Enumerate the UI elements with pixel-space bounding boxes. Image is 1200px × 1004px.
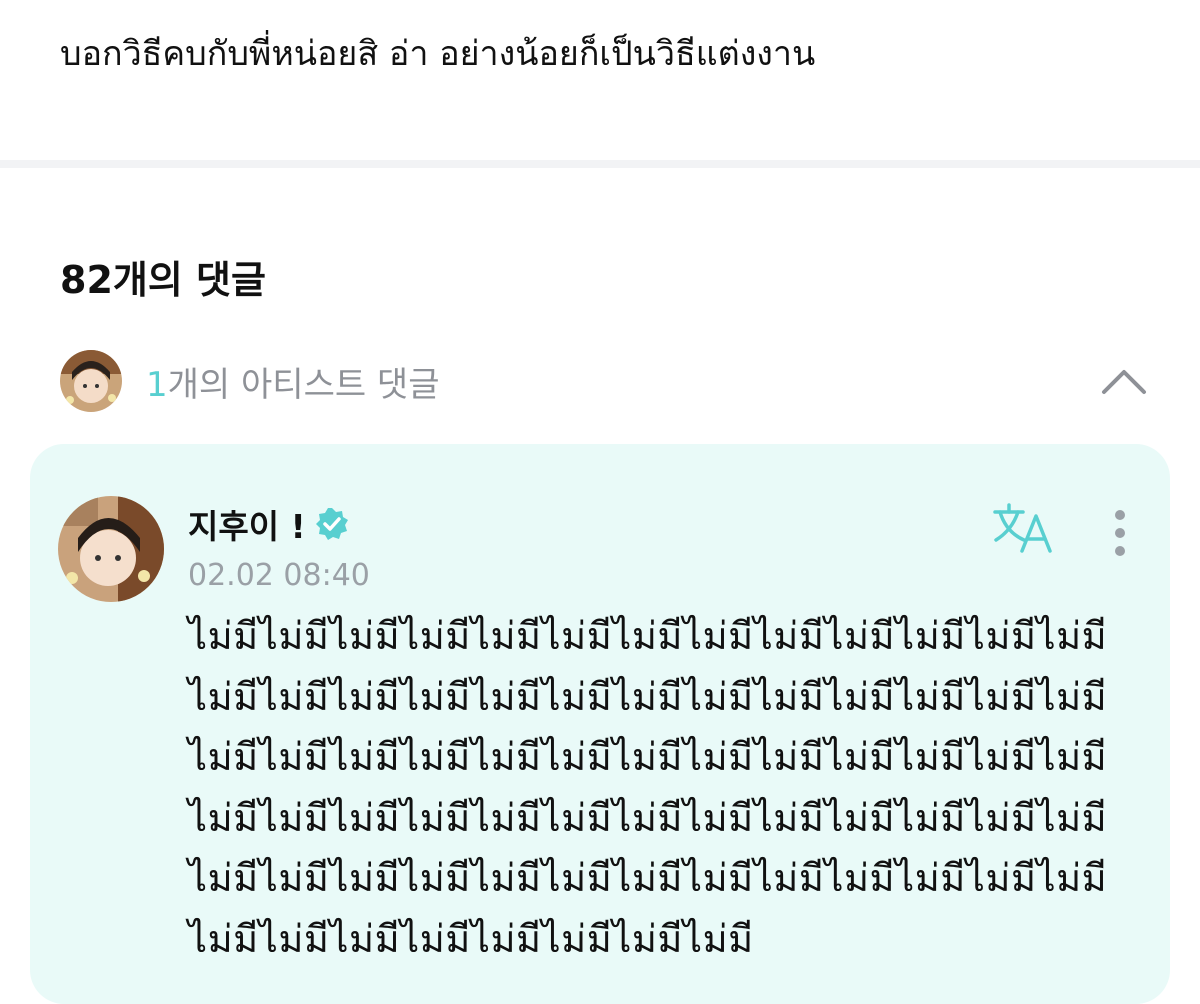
post-body-text: บอกวิธีคบกับพี่หน่อยสิ อ่า อย่างน้อยก็เป… xyxy=(60,34,816,74)
comments-count-heading: 82개의 댓글 xyxy=(60,258,266,302)
translate-icon[interactable] xyxy=(992,502,1054,554)
avatar[interactable] xyxy=(58,496,164,602)
artist-comments-summary: 1개의 아티스트 댓글 xyxy=(146,357,440,406)
comment-timestamp: 02.02 08:40 xyxy=(188,558,370,593)
artist-comment-card: 지후이 ! 02.02 08:40 ไม่มีไม่มีไม่มีไม่มีไม… xyxy=(30,444,1170,1004)
artist-comments-count: 1 xyxy=(146,364,168,405)
avatar xyxy=(60,350,122,412)
section-divider xyxy=(0,160,1200,168)
comment-author-line: 지후이 ! xyxy=(188,500,350,548)
comment-text: ไม่มีไม่มีไม่มีไม่มีไม่มีไม่มีไม่มีไม่มี… xyxy=(188,614,1108,961)
artist-comments-label: 개의 아티스트 댓글 xyxy=(167,364,440,405)
verified-badge-icon xyxy=(314,506,350,542)
chevron-up-icon[interactable] xyxy=(1098,358,1150,404)
artist-comments-toggle[interactable]: 1개의 아티스트 댓글 xyxy=(60,350,1150,412)
more-vertical-icon[interactable] xyxy=(1106,506,1134,560)
comment-author-name[interactable]: 지후이 ! xyxy=(188,500,306,548)
